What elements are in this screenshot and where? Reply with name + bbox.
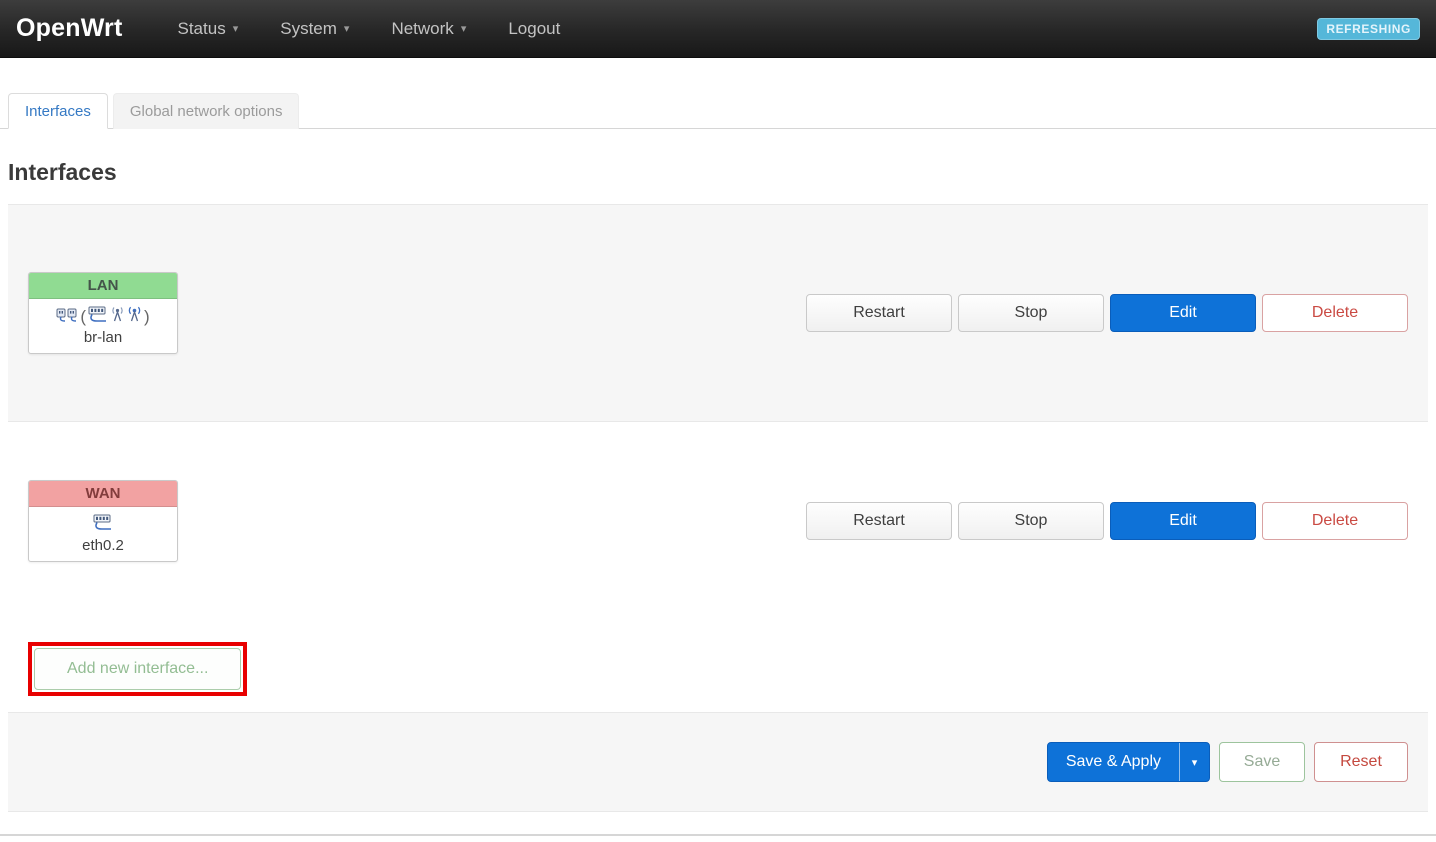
device-icons: (	[33, 305, 173, 327]
caret-down-icon: ▾	[461, 24, 467, 35]
add-interface-area: Add new interface...	[8, 620, 1428, 712]
save-actions-bar: Save & Apply ▾ Save Reset	[8, 712, 1428, 812]
nav-item-logout[interactable]: Logout	[487, 9, 581, 49]
caret-down-icon: ▾	[233, 24, 239, 35]
tab-bar: Interfaces Global network options	[0, 92, 1436, 129]
wifi-icon	[127, 306, 142, 327]
interface-box-lan: LAN	[28, 272, 178, 354]
save-apply-split-button: Save & Apply ▾	[1047, 742, 1210, 782]
edit-button[interactable]: Edit	[1110, 502, 1256, 540]
nav-item-system[interactable]: System ▾	[259, 9, 370, 49]
interface-box-body: eth0.2	[29, 507, 177, 561]
save-apply-dropdown-caret[interactable]: ▾	[1179, 743, 1209, 781]
interface-name: LAN	[29, 273, 177, 299]
stop-button[interactable]: Stop	[958, 294, 1104, 332]
reset-button[interactable]: Reset	[1314, 742, 1408, 782]
delete-button[interactable]: Delete	[1262, 294, 1408, 332]
interface-row-wan: WAN	[8, 422, 1428, 620]
page-title: Interfaces	[8, 159, 1428, 186]
edit-button[interactable]: Edit	[1110, 294, 1256, 332]
delete-button[interactable]: Delete	[1262, 502, 1408, 540]
nav-item-status[interactable]: Status ▾	[157, 9, 260, 49]
nav-item-network[interactable]: Network ▾	[370, 9, 487, 49]
interface-actions-lan: Restart Stop Edit Delete	[806, 294, 1408, 332]
nav-item-label: System	[280, 19, 337, 39]
save-button[interactable]: Save	[1219, 742, 1305, 782]
bridge-icon	[56, 307, 78, 326]
interface-box-body: (	[29, 299, 177, 353]
footer-divider	[0, 834, 1436, 842]
nav-item-label: Status	[178, 19, 226, 39]
interface-name: WAN	[29, 481, 177, 507]
interface-box-wan: WAN	[28, 480, 178, 562]
restart-button[interactable]: Restart	[806, 502, 952, 540]
brand-logo: OpenWrt	[16, 14, 123, 43]
caret-down-icon: ▾	[1192, 756, 1198, 769]
openwrt-network-page: OpenWrt Status ▾ System ▾ Network ▾ Logo…	[0, 0, 1436, 842]
tab-global-network-options[interactable]: Global network options	[113, 93, 300, 129]
interface-actions-wan: Restart Stop Edit Delete	[806, 502, 1408, 540]
refreshing-status-badge[interactable]: REFRESHING	[1317, 18, 1420, 40]
caret-down-icon: ▾	[344, 24, 350, 35]
stop-button[interactable]: Stop	[958, 502, 1104, 540]
paren-open: (	[80, 308, 86, 325]
wifi-icon	[110, 306, 125, 327]
interface-row-lan: LAN	[8, 204, 1428, 422]
interface-device-name: br-lan	[33, 329, 173, 346]
ethernet-switch-icon	[88, 306, 108, 327]
top-nav: OpenWrt Status ▾ System ▾ Network ▾ Logo…	[0, 0, 1436, 58]
add-new-interface-button[interactable]: Add new interface...	[34, 648, 241, 690]
restart-button[interactable]: Restart	[806, 294, 952, 332]
nav-item-label: Network	[391, 19, 453, 39]
interface-device-name: eth0.2	[33, 537, 173, 554]
nav-item-label: Logout	[508, 19, 560, 39]
paren-close: )	[144, 308, 150, 325]
ethernet-switch-icon	[93, 514, 113, 535]
tab-interfaces[interactable]: Interfaces	[8, 93, 108, 129]
annotation-highlight-box: Add new interface...	[28, 642, 247, 696]
interfaces-section: LAN	[8, 204, 1428, 812]
save-apply-button[interactable]: Save & Apply	[1048, 743, 1179, 781]
device-icons	[33, 513, 173, 535]
